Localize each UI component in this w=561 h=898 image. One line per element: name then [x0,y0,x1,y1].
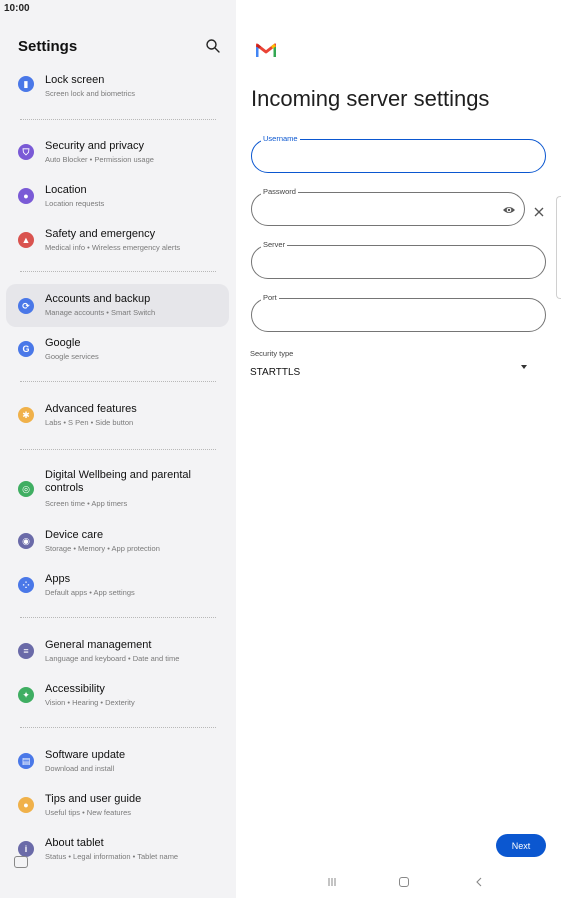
sidebar-item-advanced-features[interactable]: ✱ Advanced features Labs • S Pen • Side … [6,395,229,435]
next-button[interactable]: Next [496,834,546,857]
password-field[interactable]: Password [251,187,525,226]
sidebar-item-title: Security and privacy [45,140,145,152]
accessibility-icon: ✦ [18,687,34,703]
security-type-label: Security type [250,349,294,358]
sidebar-item-location[interactable]: ● Location Location requests [6,176,229,216]
sidebar-item-subtitle: Default apps • App settings [45,588,135,597]
sidebar-item-general-management[interactable]: ≡ General management Language and keyboa… [6,631,229,671]
divider [20,271,216,272]
back-icon[interactable] [474,877,484,887]
sidebar-item-title: Location [45,184,87,196]
settings-panel: Settings ▮ Lock screen Screen lock and b… [0,18,236,898]
device-care-icon: ◉ [18,533,34,549]
screenshot-keyboard-icon[interactable] [14,856,28,868]
wellbeing-icon: ◎ [18,481,34,497]
dropdown-arrow-icon[interactable] [521,365,527,369]
sync-icon: ⟳ [18,298,34,314]
shield-icon: ⛉ [18,144,34,160]
sidebar-item-subtitle: Vision • Hearing • Dexterity [45,698,135,707]
sidebar-item-subtitle: Auto Blocker • Permission usage [45,155,154,164]
server-input[interactable] [266,254,506,266]
eye-icon[interactable] [502,203,516,217]
sidebar-item-title: General management [45,639,152,651]
password-label: Password [261,187,298,196]
sidebar-item-security[interactable]: ⛉ Security and privacy Auto Blocker • Pe… [6,132,229,172]
location-pin-icon: ● [18,188,34,204]
sidebar-item-subtitle: Language and keyboard • Date and time [45,654,180,663]
port-field[interactable]: Port [251,293,546,332]
sidebar-item-accessibility[interactable]: ✦ Accessibility Vision • Hearing • Dexte… [6,675,229,715]
info-icon: i [18,841,34,857]
divider [20,449,216,450]
sidebar-item-subtitle: Download and install [45,764,115,773]
lock-icon: ▮ [18,76,34,92]
email-setup-panel: Incoming server settings Username Passwo… [236,0,561,898]
apps-grid-icon: ⁘ [18,577,34,593]
sidebar-item-title: Safety and emergency [45,228,156,240]
software-update-icon: ▤ [18,753,34,769]
settings-title: Settings [18,38,78,55]
sidebar-item-accounts[interactable]: ⟳ Accounts and backup Manage accounts • … [6,284,229,327]
sidebar-item-title: Accounts and backup [45,293,151,305]
sidebar-item-title: About tablet [45,837,104,849]
divider [20,119,216,120]
sidebar-item-google[interactable]: G Google Google services [6,329,229,369]
sidebar-item-safety[interactable]: ▲ Safety and emergency Medical info • Wi… [6,220,229,260]
server-label: Server [261,240,288,249]
sidebar-item-tips[interactable]: ● Tips and user guide Useful tips • New … [6,785,229,825]
sidebar-item-lock-screen[interactable]: ▮ Lock screen Screen lock and biometrics [6,66,229,106]
username-field[interactable]: Username [251,134,546,173]
close-icon[interactable] [533,206,545,218]
side-panel-handle[interactable] [556,196,561,299]
recent-apps-icon[interactable] [327,877,337,887]
sidebar-item-software-update[interactable]: ▤ Software update Download and install [6,741,229,781]
sidebar-item-about-tablet[interactable]: i About tablet Status • Legal informatio… [6,829,229,869]
server-field[interactable]: Server [251,240,546,279]
gear-plus-icon: ✱ [18,407,34,423]
search-icon[interactable] [205,38,221,54]
status-time: 10:00 [4,3,30,14]
port-label: Port [261,293,279,302]
sidebar-item-apps[interactable]: ⁘ Apps Default apps • App settings [6,565,229,605]
sidebar-item-subtitle: Medical info • Wireless emergency alerts [45,243,181,252]
password-input[interactable] [266,201,476,213]
sidebar-item-title: Device care [45,529,104,541]
gmail-logo-icon [256,43,276,57]
username-label: Username [261,134,300,143]
sidebar-item-subtitle: Storage • Memory • App protection [45,544,160,553]
divider [20,381,216,382]
sidebar-item-digital-wellbeing[interactable]: ◎ Digital Wellbeing and parental control… [6,462,229,514]
sidebar-item-title: Tips and user guide [45,793,142,805]
sidebar-item-title: Advanced features [45,403,137,415]
sliders-icon: ≡ [18,643,34,659]
sidebar-item-title: Lock screen [45,74,105,86]
sidebar-item-subtitle: Screen lock and biometrics [45,89,136,98]
sidebar-item-title: Accessibility [45,683,105,695]
divider [20,617,216,618]
sidebar-item-subtitle: Labs • S Pen • Side button [45,418,134,427]
divider [20,727,216,728]
sidebar-item-title: Apps [45,573,71,585]
sidebar-item-title: Google [45,337,81,349]
lightbulb-icon: ● [18,797,34,813]
port-input[interactable] [266,307,506,319]
sidebar-item-device-care[interactable]: ◉ Device care Storage • Memory • App pro… [6,521,229,561]
sidebar-item-subtitle: Useful tips • New features [45,808,131,817]
sidebar-item-title: Digital Wellbeing and parental controls [45,469,191,494]
screen: 10:00 Settings ▮ Lock screen Screen lock… [0,0,561,898]
sidebar-item-subtitle: Google services [45,352,99,361]
home-icon[interactable] [399,877,409,887]
google-icon: G [18,341,34,357]
siren-icon: ▲ [18,232,34,248]
sidebar-item-subtitle: Screen time • App timers [45,499,128,508]
security-type-select[interactable]: STARTTLS [250,367,300,378]
sidebar-item-subtitle: Status • Legal information • Tablet name [45,852,179,861]
sidebar-item-subtitle: Manage accounts • Smart Switch [45,308,156,317]
sidebar-item-subtitle: Location requests [45,199,105,208]
sidebar-item-title: Software update [45,749,126,761]
page-title: Incoming server settings [251,86,490,111]
username-input[interactable] [266,148,506,160]
